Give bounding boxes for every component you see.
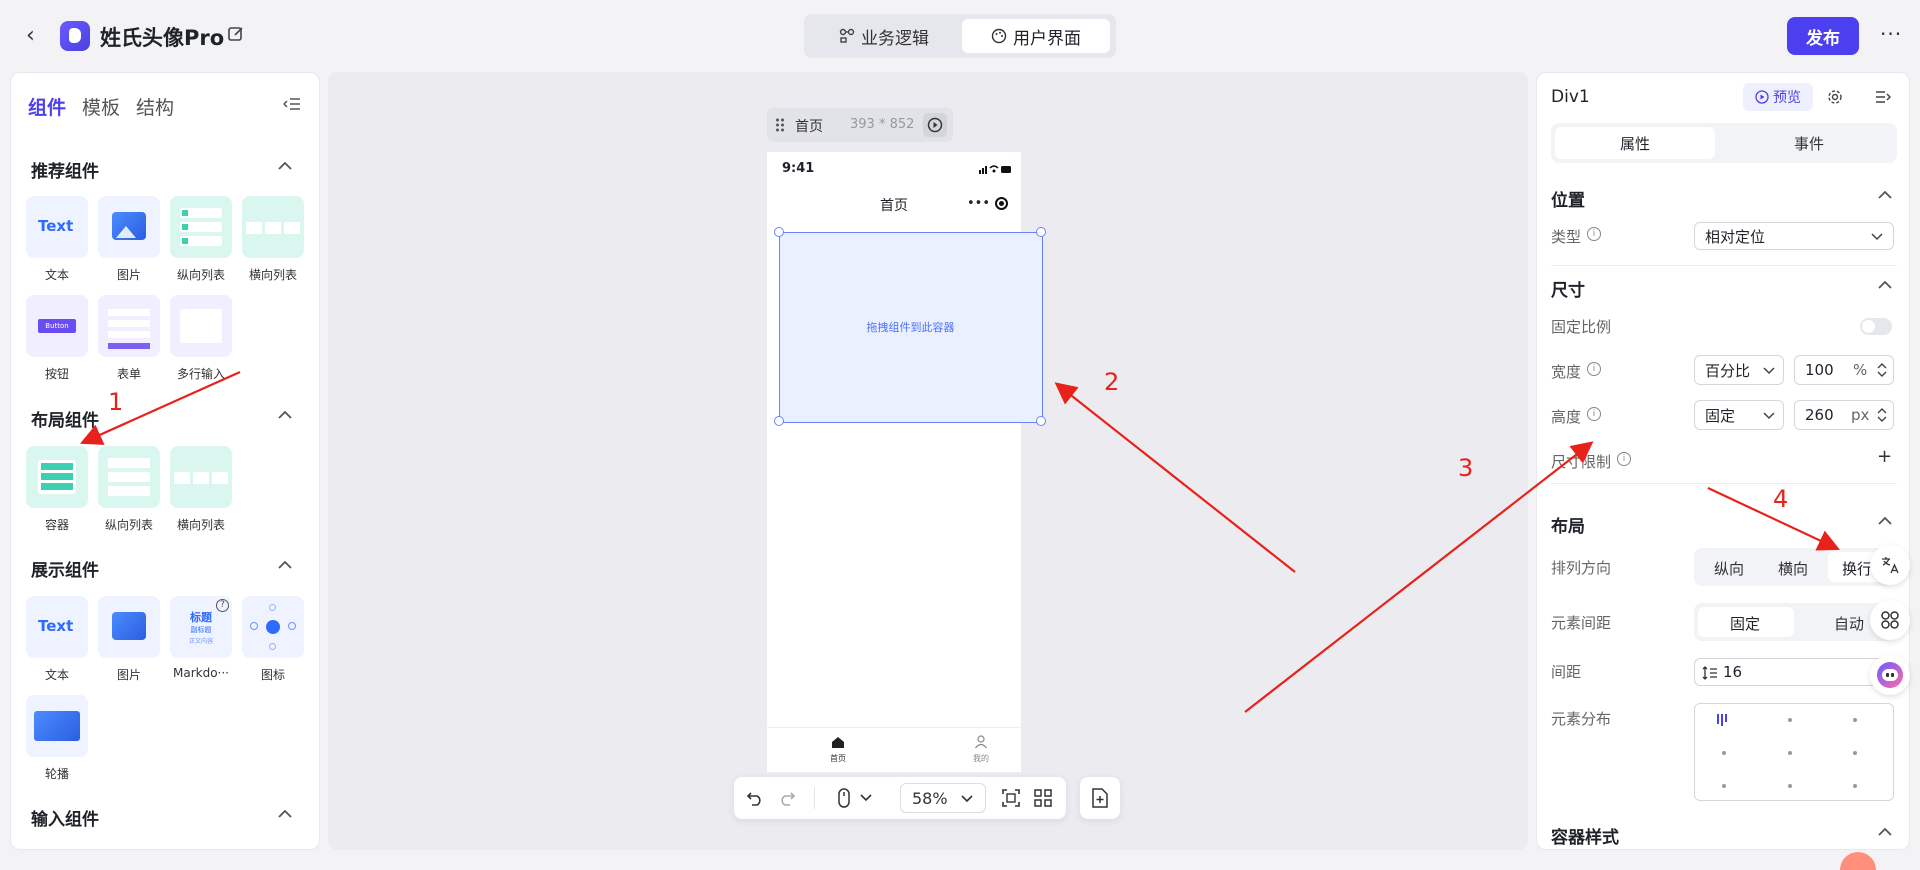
annotation-label-4: 4 [1773, 485, 1789, 513]
annotation-arrows [79, 370, 1840, 713]
arrow-2 [1054, 382, 1296, 573]
arrow-4 [1707, 487, 1840, 551]
annotation-label-1: 1 [108, 388, 124, 416]
annotation-label-2: 2 [1104, 368, 1120, 396]
annotation-label-3: 3 [1458, 454, 1474, 482]
arrow-3 [1244, 441, 1594, 713]
